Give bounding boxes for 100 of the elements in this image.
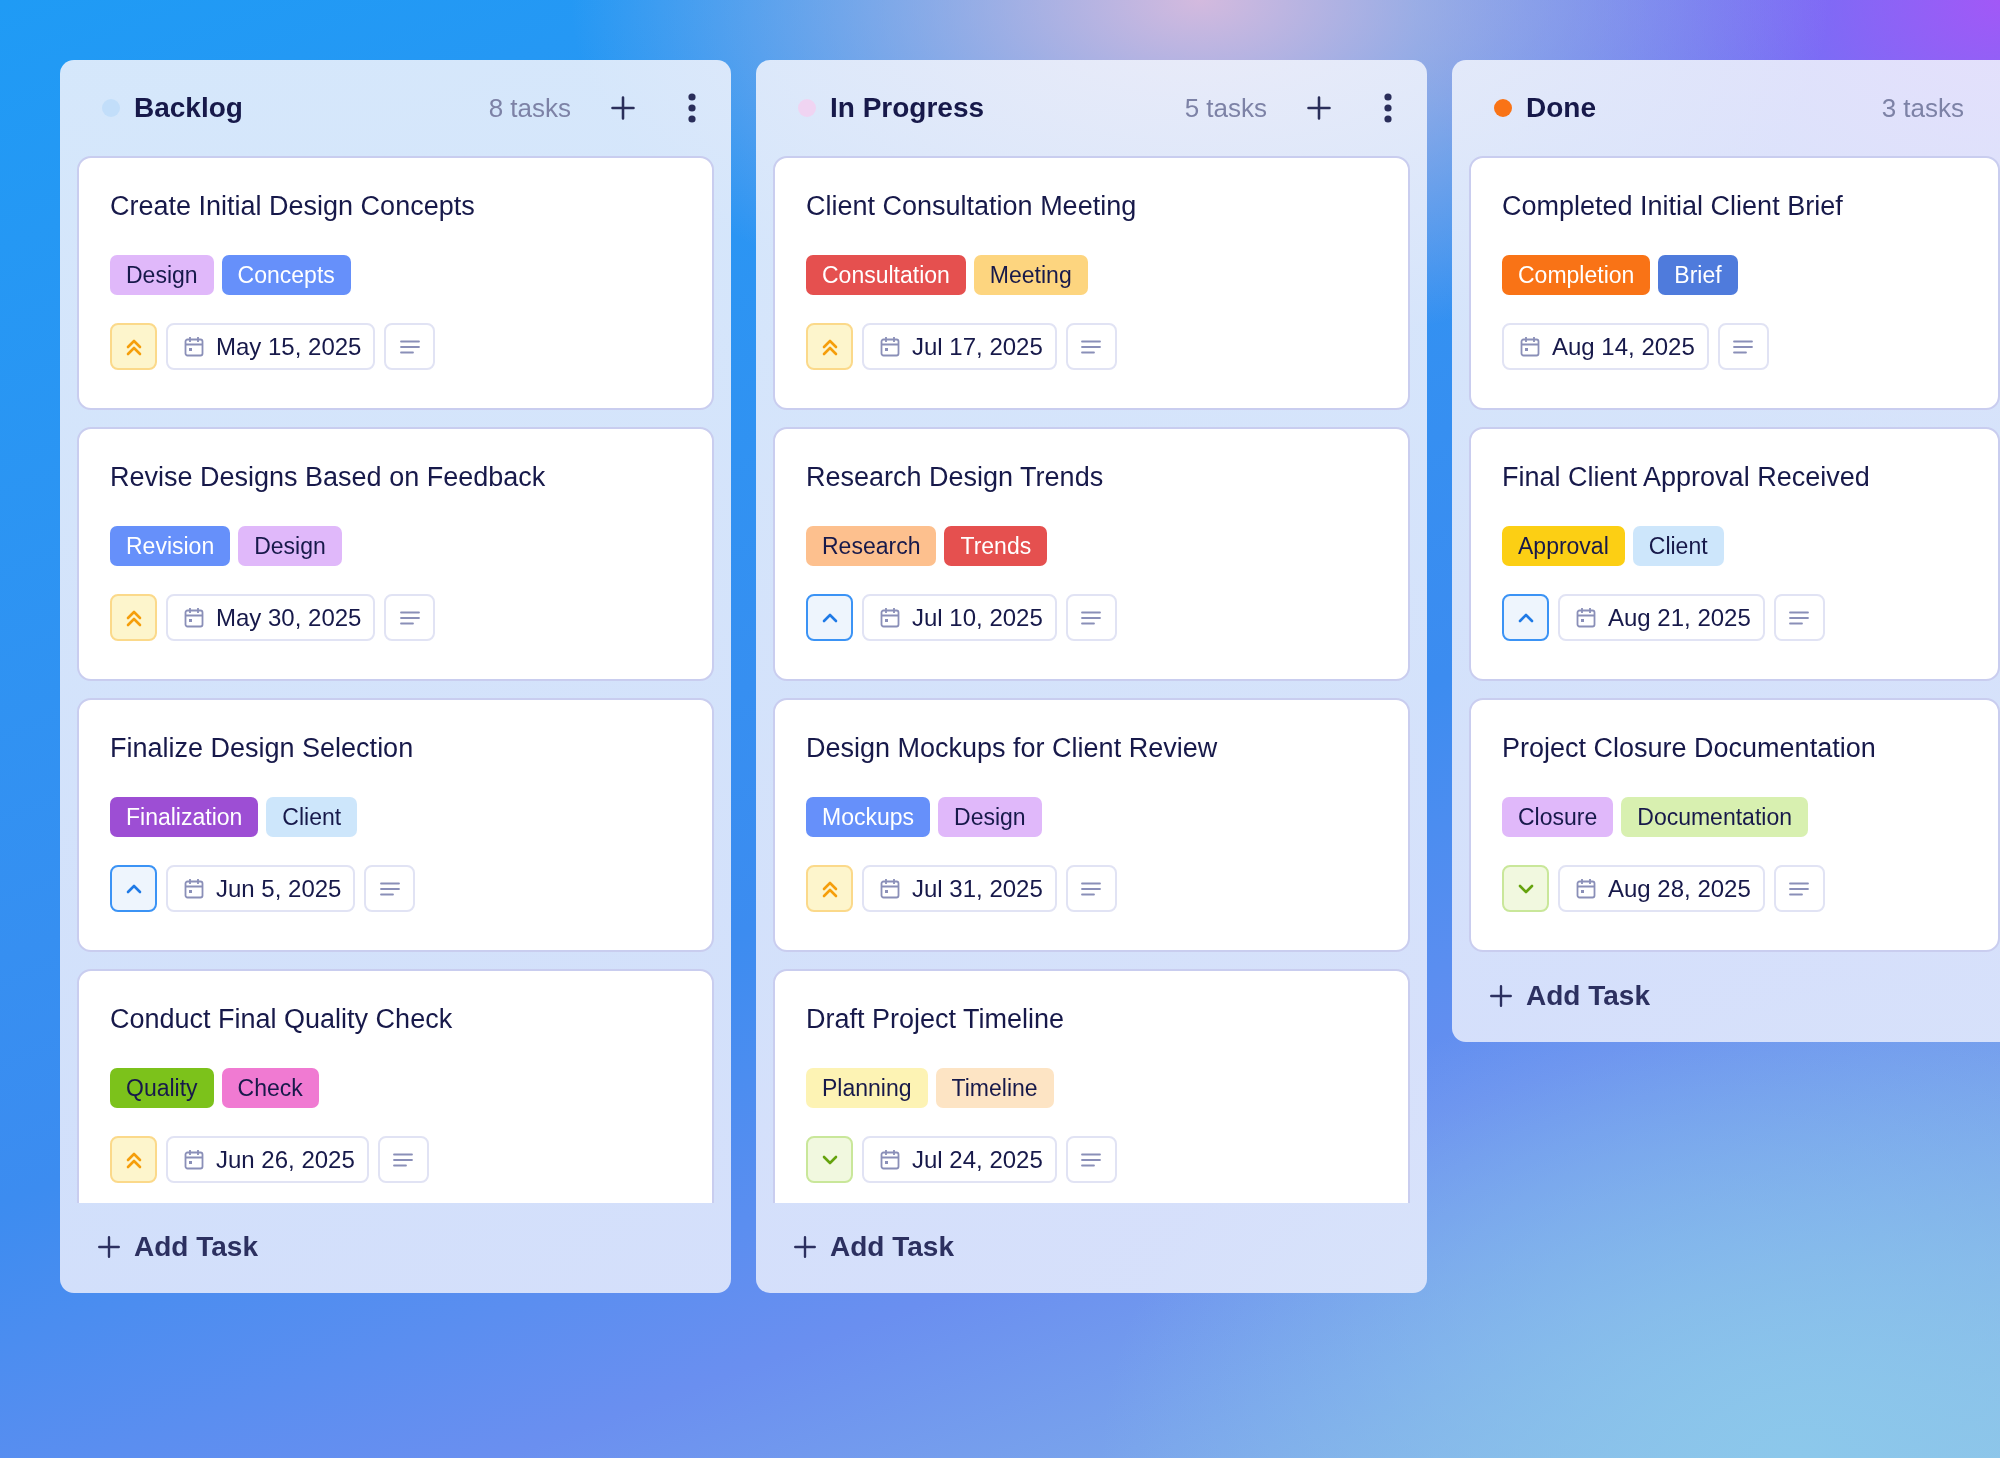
notes-button[interactable] <box>1717 323 1769 370</box>
tag: Client <box>266 797 358 837</box>
add-task-button[interactable]: Add Task <box>792 1231 954 1263</box>
tag: Timeline <box>935 1068 1054 1108</box>
card-title: Research Design Trends <box>806 461 1105 494</box>
tag: Planning <box>806 1068 928 1108</box>
text-lines-icon <box>1081 881 1102 896</box>
text-lines-icon <box>1081 339 1102 354</box>
notes-button[interactable] <box>364 865 416 912</box>
task-card[interactable]: Completed Initial Client Brief Completion Brief Aug 14, 2025 <box>1469 156 2000 410</box>
tag: Design <box>938 797 1042 837</box>
task-card[interactable]: Finalize Design Selection Finalization Client Jun 5, 2025 <box>77 698 714 952</box>
add-task-button[interactable]: Add Task <box>96 1231 258 1263</box>
notes-button[interactable] <box>1773 865 1825 912</box>
due-date-button[interactable]: Jun 26, 2025 <box>166 1136 369 1183</box>
due-date-button[interactable]: Jul 31, 2025 <box>862 865 1057 912</box>
task-card[interactable]: Revise Designs Based on Feedback Revision Design May 30, 2025 <box>77 427 714 681</box>
priority-badge[interactable] <box>806 594 853 641</box>
column-title: Backlog <box>134 92 244 124</box>
tag: Revision <box>110 526 231 566</box>
notes-button[interactable] <box>1065 1136 1117 1183</box>
due-date-button[interactable]: May 30, 2025 <box>166 594 376 641</box>
calendar-icon <box>880 606 900 629</box>
tag: Consultation <box>806 255 966 295</box>
notes-button[interactable] <box>1773 594 1825 641</box>
due-date-button[interactable]: Jul 17, 2025 <box>862 323 1057 370</box>
tag: Meeting <box>973 255 1088 295</box>
text-lines-icon <box>1081 1152 1102 1167</box>
tag: Concepts <box>221 255 351 295</box>
text-lines-icon <box>379 881 400 896</box>
calendar-icon <box>880 1148 900 1171</box>
card-title: Project Closure Documentation <box>1502 732 1877 765</box>
text-lines-icon <box>399 339 420 354</box>
tag: Client <box>1632 526 1724 566</box>
tag: Trends <box>944 526 1048 566</box>
notes-button[interactable] <box>384 594 436 641</box>
plus-icon <box>609 94 637 122</box>
notes-button[interactable] <box>1065 594 1117 641</box>
tag: Closure <box>1502 797 1614 837</box>
due-date-button[interactable]: Aug 14, 2025 <box>1502 323 1709 370</box>
task-card[interactable]: Create Initial Design Concepts Design Concepts May 15, 2025 <box>77 156 714 410</box>
calendar-icon <box>1576 606 1596 629</box>
due-date-button[interactable]: Aug 21, 2025 <box>1558 594 1765 641</box>
tag: Completion <box>1502 255 1651 295</box>
tag: Design <box>110 255 214 295</box>
calendar-icon <box>184 877 204 900</box>
calendar-icon <box>1520 335 1540 358</box>
task-card[interactable]: Project Closure Documentation Closure Documentation Aug 28, 2025 <box>1469 698 2000 952</box>
calendar-icon <box>880 877 900 900</box>
notes-button[interactable] <box>377 1136 429 1183</box>
due-date-button[interactable]: May 15, 2025 <box>166 323 376 370</box>
plus-icon <box>1305 94 1333 122</box>
task-card[interactable]: Research Design Trends Research Trends Jul 10, 2025 <box>773 427 1410 681</box>
calendar-icon <box>880 335 900 358</box>
calendar-icon <box>184 335 204 358</box>
more-icon <box>1383 93 1393 123</box>
task-card[interactable]: Final Client Approval Received Approval Client Aug 21, 2025 <box>1469 427 2000 681</box>
due-date-button[interactable]: Jun 5, 2025 <box>166 865 356 912</box>
priority-badge[interactable] <box>110 865 157 912</box>
tag: Check <box>221 1068 319 1108</box>
calendar-icon <box>184 1148 204 1171</box>
card-title: Conduct Final Quality Check <box>110 1003 454 1036</box>
text-lines-icon <box>1733 339 1754 354</box>
tag: Mockups <box>806 797 931 837</box>
card-title: Design Mockups for Client Review <box>806 732 1219 765</box>
card-title: Revise Designs Based on Feedback <box>110 461 547 494</box>
text-lines-icon <box>393 1152 414 1167</box>
task-card[interactable]: Client Consultation Meeting Consultation Meeting Jul 17, 2025 <box>773 156 1410 410</box>
due-date-button[interactable]: Jul 24, 2025 <box>862 1136 1057 1183</box>
tag: Approval <box>1502 526 1625 566</box>
more-icon <box>687 93 697 123</box>
text-lines-icon <box>1789 881 1810 896</box>
plus-icon <box>96 1234 122 1260</box>
card-title: Final Client Approval Received <box>1502 461 1871 494</box>
notes-button[interactable] <box>384 323 436 370</box>
tag: Quality <box>110 1068 214 1108</box>
tag: Documentation <box>1621 797 1808 837</box>
text-lines-icon <box>399 610 420 625</box>
tag: Design <box>238 526 342 566</box>
task-card[interactable]: Conduct Final Quality Check Quality Check Jun 26, 2025 <box>77 969 714 1203</box>
priority-badge[interactable] <box>1502 594 1549 641</box>
tag: Finalization <box>110 797 259 837</box>
text-lines-icon <box>1081 610 1102 625</box>
notes-button[interactable] <box>1065 323 1117 370</box>
due-date-button[interactable]: Aug 28, 2025 <box>1558 865 1765 912</box>
task-count: 8 tasks <box>488 92 571 124</box>
calendar-icon <box>184 606 204 629</box>
add-task-button[interactable]: Add Task <box>1488 980 1650 1012</box>
tag: Research <box>806 526 937 566</box>
due-date-button[interactable]: Jul 10, 2025 <box>862 594 1057 641</box>
task-count: 3 tasks <box>1881 92 1964 124</box>
task-card[interactable]: Design Mockups for Client Review Mockups Design Jul 31, 2025 <box>773 698 1410 952</box>
task-card[interactable]: Draft Project Timeline Planning Timeline Jul 24, 2025 <box>773 969 1410 1203</box>
text-lines-icon <box>1789 610 1810 625</box>
card-title: Finalize Design Selection <box>110 732 415 765</box>
notes-button[interactable] <box>1065 865 1117 912</box>
card-title: Create Initial Design Concepts <box>110 190 476 223</box>
column-title: In Progress <box>830 92 986 124</box>
tag: Brief <box>1658 255 1738 295</box>
card-title: Client Consultation Meeting <box>806 190 1138 223</box>
